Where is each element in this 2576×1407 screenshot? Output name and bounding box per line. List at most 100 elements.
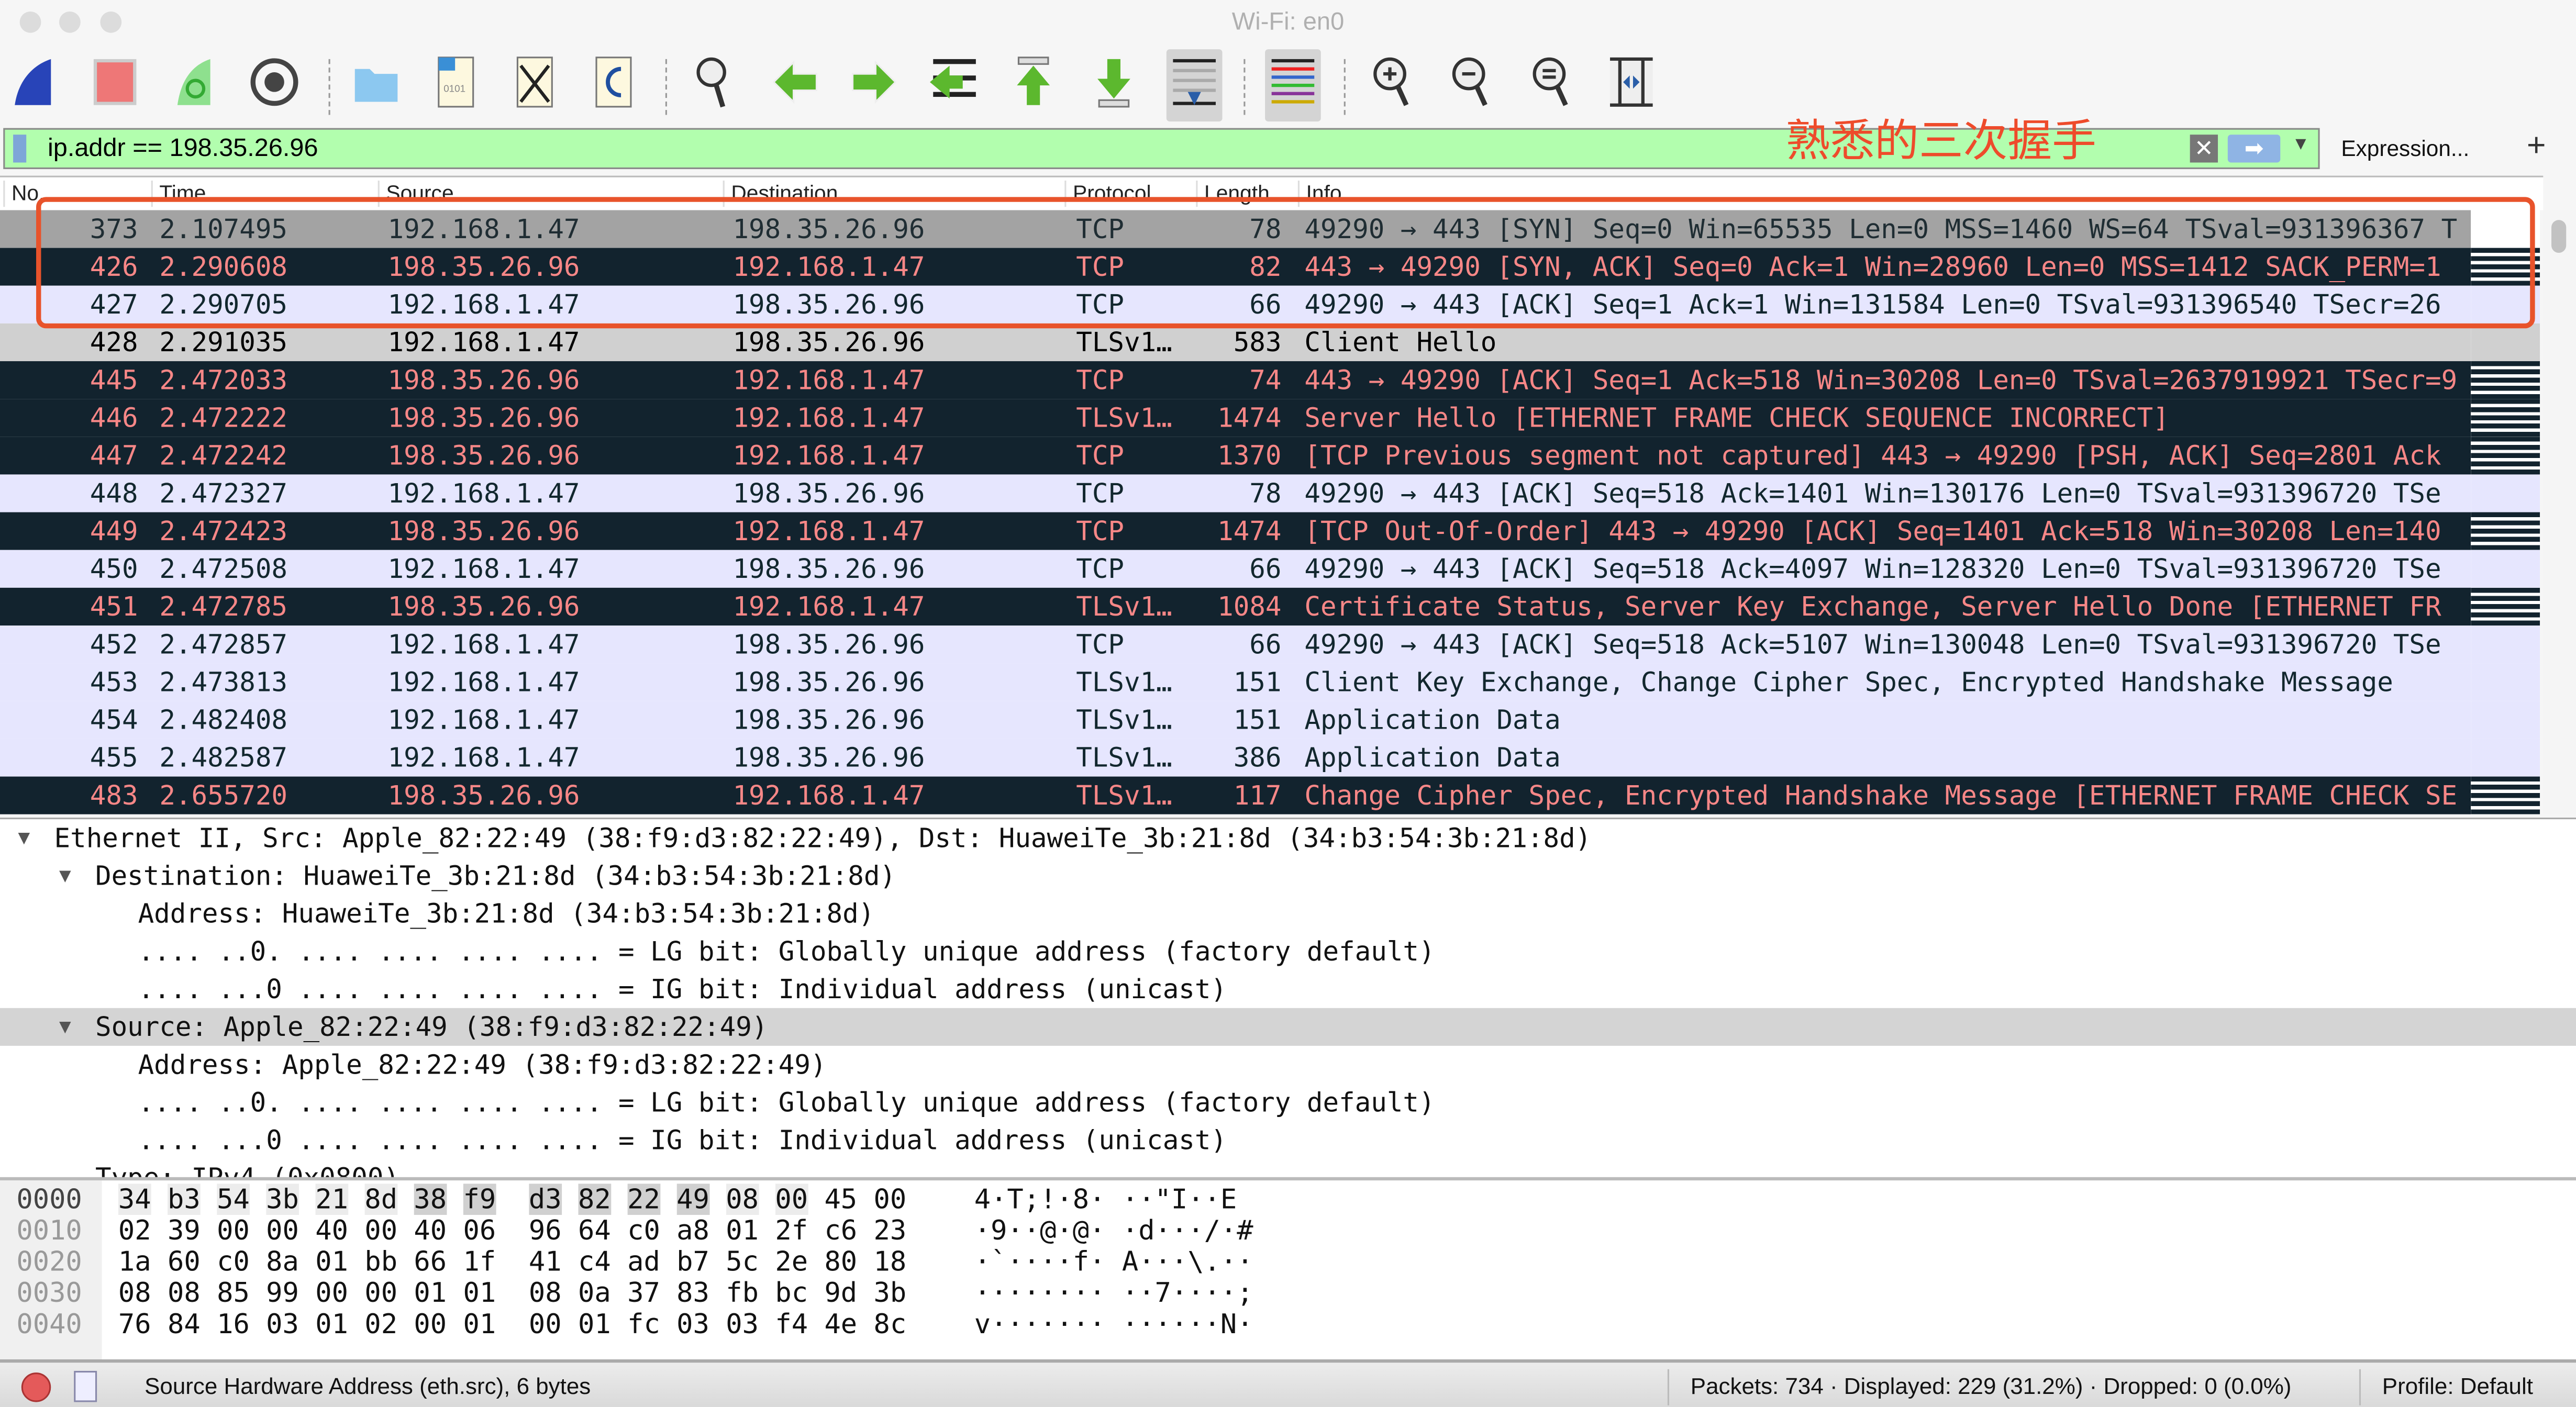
hex-byte[interactable]: 8c xyxy=(874,1309,907,1340)
hex-byte[interactable]: 03 xyxy=(676,1309,709,1340)
detail-tree-item[interactable]: Address: Apple_82:22:49 (38:f9:d3:82:22:… xyxy=(0,1046,2576,1084)
last-packet-button[interactable] xyxy=(1086,56,1142,115)
hex-byte[interactable]: fc xyxy=(627,1309,660,1340)
hex-byte[interactable]: 06 xyxy=(463,1215,496,1246)
hex-byte[interactable]: 3b xyxy=(874,1277,907,1309)
detail-tree-item[interactable]: .... ..0. .... .... .... .... = LG bit: … xyxy=(0,1084,2576,1121)
zoom-in-button[interactable] xyxy=(1365,56,1422,115)
packet-list-scrollbar[interactable] xyxy=(2543,210,2576,814)
hex-byte[interactable]: 34 xyxy=(118,1183,151,1215)
hex-byte[interactable]: b7 xyxy=(676,1246,709,1278)
normal-size-button[interactable] xyxy=(1525,56,1581,115)
packet-row[interactable]: 454 2.482408 192.168.1.47 198.35.26.96 TLSv1… xyxy=(0,701,2471,739)
packet-row[interactable]: 450 2.472508 192.168.1.47 198.35.26.96 TCP 66… xyxy=(0,550,2471,588)
display-filter-input[interactable] xyxy=(47,133,1691,166)
packet-row[interactable]: 483 2.655720 198.35.26.96 192.168.1.47 TLSv1… xyxy=(0,776,2471,814)
go-to-packet-button[interactable] xyxy=(927,56,983,115)
hex-bytes[interactable]: 76 84 16 03 01 02 00 01 00 01 fc 03 03 f… xyxy=(118,1309,906,1340)
zoom-out-button[interactable] xyxy=(1444,56,1500,115)
hex-byte[interactable]: f9 xyxy=(463,1183,496,1215)
detail-tree-item[interactable]: .... ..0. .... .... .... .... = LG bit: … xyxy=(0,933,2576,970)
hex-bytes[interactable]: 08 08 85 99 00 00 01 01 08 0a 37 83 fb b… xyxy=(118,1277,906,1309)
clear-filter-icon[interactable]: ✕ xyxy=(2190,135,2218,163)
packet-row[interactable]: 446 2.472222 198.35.26.96 192.168.1.47 TLSv1… xyxy=(0,399,2471,437)
expanded-triangle-icon[interactable]: ▼ xyxy=(18,819,30,857)
hex-byte[interactable]: 02 xyxy=(364,1309,397,1340)
close-file-button[interactable] xyxy=(506,55,562,115)
hex-byte[interactable]: 00 xyxy=(266,1215,299,1246)
detail-tree-item[interactable]: Address: HuaweiTe_3b:21:8d (34:b3:54:3b:… xyxy=(0,895,2576,932)
packet-row[interactable]: 455 2.482587 192.168.1.47 198.35.26.96 TLSv1… xyxy=(0,739,2471,777)
hex-byte[interactable]: 08 xyxy=(168,1277,201,1309)
ascii-bytes[interactable]: v······· ······N· xyxy=(974,1309,1253,1340)
hex-byte[interactable]: 03 xyxy=(266,1309,299,1340)
hex-bytes[interactable]: 1a 60 c0 8a 01 bb 66 1f 41 c4 ad b7 5c 2… xyxy=(118,1246,906,1278)
detail-tree-item[interactable]: ▼ Destination: HuaweiTe_3b:21:8d (34:b3:5… xyxy=(0,857,2576,895)
first-packet-button[interactable] xyxy=(1005,55,1061,115)
autoscroll-button[interactable] xyxy=(1166,49,1223,122)
hex-byte[interactable]: 96 xyxy=(529,1215,562,1246)
detail-tree-item[interactable]: ▼ Source: Apple_82:22:49 (38:f9:d3:82:22:… xyxy=(0,1008,2576,1046)
hex-byte[interactable]: 03 xyxy=(726,1309,759,1340)
hex-byte[interactable]: 08 xyxy=(118,1277,151,1309)
hex-byte[interactable]: 39 xyxy=(168,1215,201,1246)
hex-byte[interactable]: 8d xyxy=(364,1183,398,1215)
capture-options-button[interactable] xyxy=(247,56,303,115)
hex-byte[interactable]: 00 xyxy=(874,1183,907,1215)
hex-byte[interactable]: 00 xyxy=(529,1309,562,1340)
hex-byte[interactable]: 83 xyxy=(676,1277,709,1309)
open-file-button[interactable] xyxy=(348,56,404,115)
expanded-triangle-icon[interactable]: ▼ xyxy=(59,1008,71,1046)
hex-byte[interactable]: 02 xyxy=(118,1215,151,1246)
detail-tree-item[interactable]: Type: IPv4 (0x0800) xyxy=(0,1159,2576,1177)
ascii-bytes[interactable]: ·9··@·@· ·d···/·# xyxy=(974,1215,1253,1246)
hex-byte[interactable]: 00 xyxy=(315,1277,348,1309)
hex-byte[interactable]: 80 xyxy=(824,1246,857,1278)
hex-byte[interactable]: 00 xyxy=(217,1215,250,1246)
packet-row[interactable]: 452 2.472857 192.168.1.47 198.35.26.96 TCP 66… xyxy=(0,626,2471,664)
hex-byte[interactable]: c4 xyxy=(578,1246,611,1278)
apply-filter-icon[interactable]: ➡ xyxy=(2227,135,2281,163)
hex-byte[interactable]: c6 xyxy=(824,1215,857,1246)
hex-byte[interactable]: 41 xyxy=(529,1246,562,1278)
hex-byte[interactable]: 76 xyxy=(118,1309,151,1340)
hex-byte[interactable]: 60 xyxy=(168,1246,201,1278)
hex-byte[interactable]: 00 xyxy=(775,1183,808,1215)
expert-info-icon[interactable] xyxy=(21,1372,51,1402)
profile-button[interactable]: Profile: Default xyxy=(2382,1372,2533,1399)
hex-byte[interactable]: c0 xyxy=(627,1215,660,1246)
hex-byte[interactable]: fb xyxy=(726,1277,759,1309)
scrollbar-thumb[interactable] xyxy=(2551,220,2567,253)
packet-row[interactable]: 448 2.472327 192.168.1.47 198.35.26.96 TCP 78… xyxy=(0,474,2471,512)
hex-byte[interactable]: 82 xyxy=(578,1183,611,1215)
hex-byte[interactable]: 00 xyxy=(414,1309,447,1340)
detail-tree-item[interactable]: .... ...0 .... .... .... .... = IG bit: … xyxy=(0,970,2576,1008)
hex-bytes[interactable]: 02 39 00 00 40 00 40 06 96 64 c0 a8 01 2… xyxy=(118,1215,906,1246)
capture-comment-icon[interactable] xyxy=(74,1370,97,1402)
hex-byte[interactable]: 18 xyxy=(874,1246,907,1278)
hex-byte[interactable]: 21 xyxy=(315,1183,348,1215)
detail-tree-item[interactable]: ▼ Ethernet II, Src: Apple_82:22:49 (38:f9… xyxy=(0,819,2576,857)
hex-byte[interactable]: d3 xyxy=(528,1183,562,1215)
hex-byte[interactable]: 08 xyxy=(529,1277,562,1309)
hex-byte[interactable]: a8 xyxy=(676,1215,709,1246)
hex-byte[interactable]: 2f xyxy=(775,1215,808,1246)
hex-byte[interactable]: 00 xyxy=(364,1277,397,1309)
hex-byte[interactable]: 38 xyxy=(414,1183,447,1215)
hex-byte[interactable]: 40 xyxy=(414,1215,447,1246)
hex-byte[interactable]: 00 xyxy=(364,1215,397,1246)
hex-byte[interactable]: 4e xyxy=(824,1309,857,1340)
hex-byte[interactable]: 5c xyxy=(726,1246,759,1278)
packet-row[interactable]: 447 2.472242 198.35.26.96 192.168.1.47 TCP 13… xyxy=(0,437,2471,475)
hex-byte[interactable]: 1a xyxy=(118,1246,151,1278)
find-packet-button[interactable] xyxy=(687,56,743,115)
packet-row[interactable]: 428 2.291035 192.168.1.47 198.35.26.96 TLSv1… xyxy=(0,323,2471,362)
hex-byte[interactable]: 45 xyxy=(824,1183,857,1215)
hex-byte[interactable]: 85 xyxy=(217,1277,250,1309)
hex-byte[interactable]: bb xyxy=(364,1246,397,1278)
bookmark-icon[interactable] xyxy=(13,135,27,163)
start-capture-button[interactable] xyxy=(8,56,64,115)
detail-tree-item[interactable]: .... ...0 .... .... .... .... = IG bit: … xyxy=(0,1121,2576,1159)
hex-byte[interactable]: 49 xyxy=(676,1183,709,1215)
hex-byte[interactable]: 01 xyxy=(463,1277,496,1309)
